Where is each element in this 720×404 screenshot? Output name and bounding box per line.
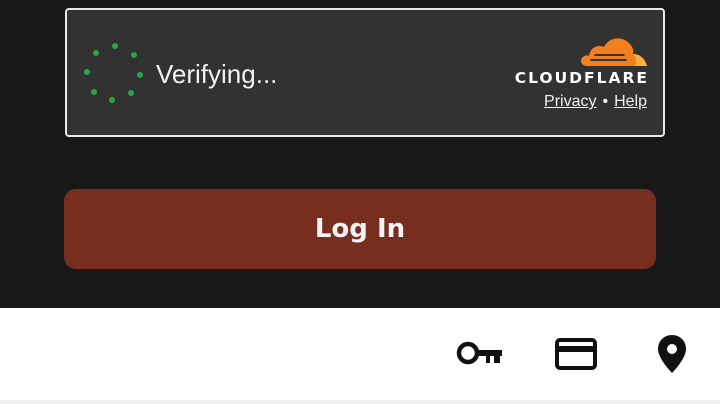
- key-button[interactable]: [456, 330, 504, 378]
- location-pin-icon: [658, 335, 686, 373]
- cloudflare-cloud-icon: [580, 38, 647, 66]
- bar-bottom-edge: [0, 400, 720, 404]
- turnstile-footer-links: Privacy • Help: [544, 93, 647, 111]
- cloudflare-wordmark: CLOUDFLARE: [514, 69, 649, 87]
- link-separator: •: [602, 93, 609, 110]
- cloudflare-logo: CLOUDFLARE: [499, 32, 649, 88]
- credit-card-icon: [555, 338, 597, 370]
- page: Verifying... CLOUDFLARE Privacy • Help Log…: [0, 0, 720, 404]
- cloudflare-turnstile-widget: Verifying... CLOUDFLARE Privacy • Help: [65, 8, 665, 137]
- key-icon: [456, 341, 502, 365]
- loading-spinner-icon: [84, 43, 143, 103]
- login-button[interactable]: Log In: [64, 189, 656, 269]
- verifying-status-text: Verifying...: [156, 59, 278, 89]
- payment-button[interactable]: [552, 330, 600, 378]
- help-link[interactable]: Help: [614, 93, 647, 110]
- bottom-icon-bar: [0, 308, 720, 404]
- login-panel: Verifying... CLOUDFLARE Privacy • Help Log…: [0, 0, 720, 308]
- privacy-link[interactable]: Privacy: [544, 93, 596, 110]
- location-button[interactable]: [648, 330, 696, 378]
